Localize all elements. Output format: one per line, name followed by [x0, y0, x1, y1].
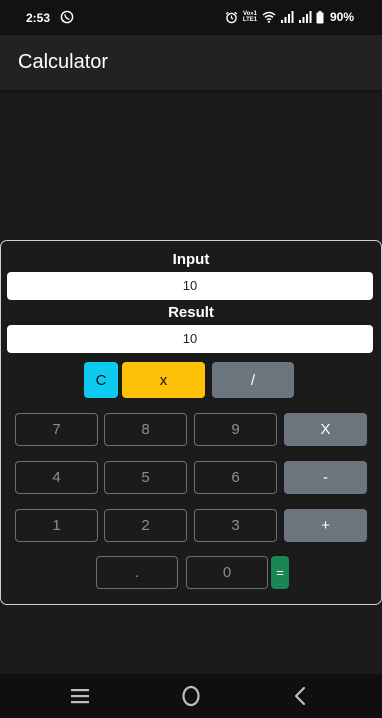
input-field[interactable]: 10 [7, 272, 373, 300]
key-4[interactable]: 4 [15, 461, 98, 494]
result-label: Result [168, 304, 214, 321]
back-icon [294, 686, 306, 706]
divide-button[interactable]: / [212, 362, 294, 398]
key-9[interactable]: 9 [194, 413, 277, 446]
input-label: Input [172, 251, 210, 268]
status-bar: 2:53 Vo»1 LTE1 90% [0, 0, 382, 35]
recents-button[interactable] [60, 674, 100, 718]
battery-level: 90% [329, 10, 354, 24]
network-type: Vo»1 LTE1 [242, 11, 258, 23]
clear-button[interactable]: C [84, 362, 118, 398]
key-0[interactable]: 0 [186, 556, 268, 589]
key-2[interactable]: 2 [104, 509, 187, 542]
navigation-bar [0, 674, 382, 718]
status-icons: Vo»1 LTE1 90% [225, 10, 354, 24]
multiply-button[interactable]: X [284, 413, 367, 446]
key-7[interactable]: 7 [15, 413, 98, 446]
back-button[interactable] [280, 674, 320, 718]
signal-icon [280, 11, 294, 23]
whatsapp-icon [60, 10, 74, 24]
x-button[interactable]: x [122, 362, 205, 398]
app-bar: Calculator [0, 35, 382, 90]
screen: 2:53 Vo»1 LTE1 90% Calculator Input 10 R… [0, 0, 382, 718]
home-icon [182, 685, 200, 707]
status-time: 2:53 [26, 11, 51, 25]
alarm-icon [225, 11, 238, 23]
key-1[interactable]: 1 [15, 509, 98, 542]
key-5[interactable]: 5 [104, 461, 187, 494]
battery-icon [316, 10, 324, 23]
app-title: Calculator [18, 51, 109, 73]
key-8[interactable]: 8 [104, 413, 187, 446]
wifi-icon [262, 11, 276, 23]
recents-icon [71, 689, 89, 704]
key-3[interactable]: 3 [194, 509, 277, 542]
result-field: 10 [7, 325, 373, 353]
key-6[interactable]: 6 [194, 461, 277, 494]
plus-button[interactable]: + [284, 509, 367, 542]
minus-button[interactable]: - [284, 461, 367, 494]
home-button[interactable] [171, 674, 211, 718]
decimal-button[interactable]: . [96, 556, 178, 589]
equals-button[interactable]: = [271, 556, 289, 589]
signal-icon-2 [298, 11, 312, 23]
